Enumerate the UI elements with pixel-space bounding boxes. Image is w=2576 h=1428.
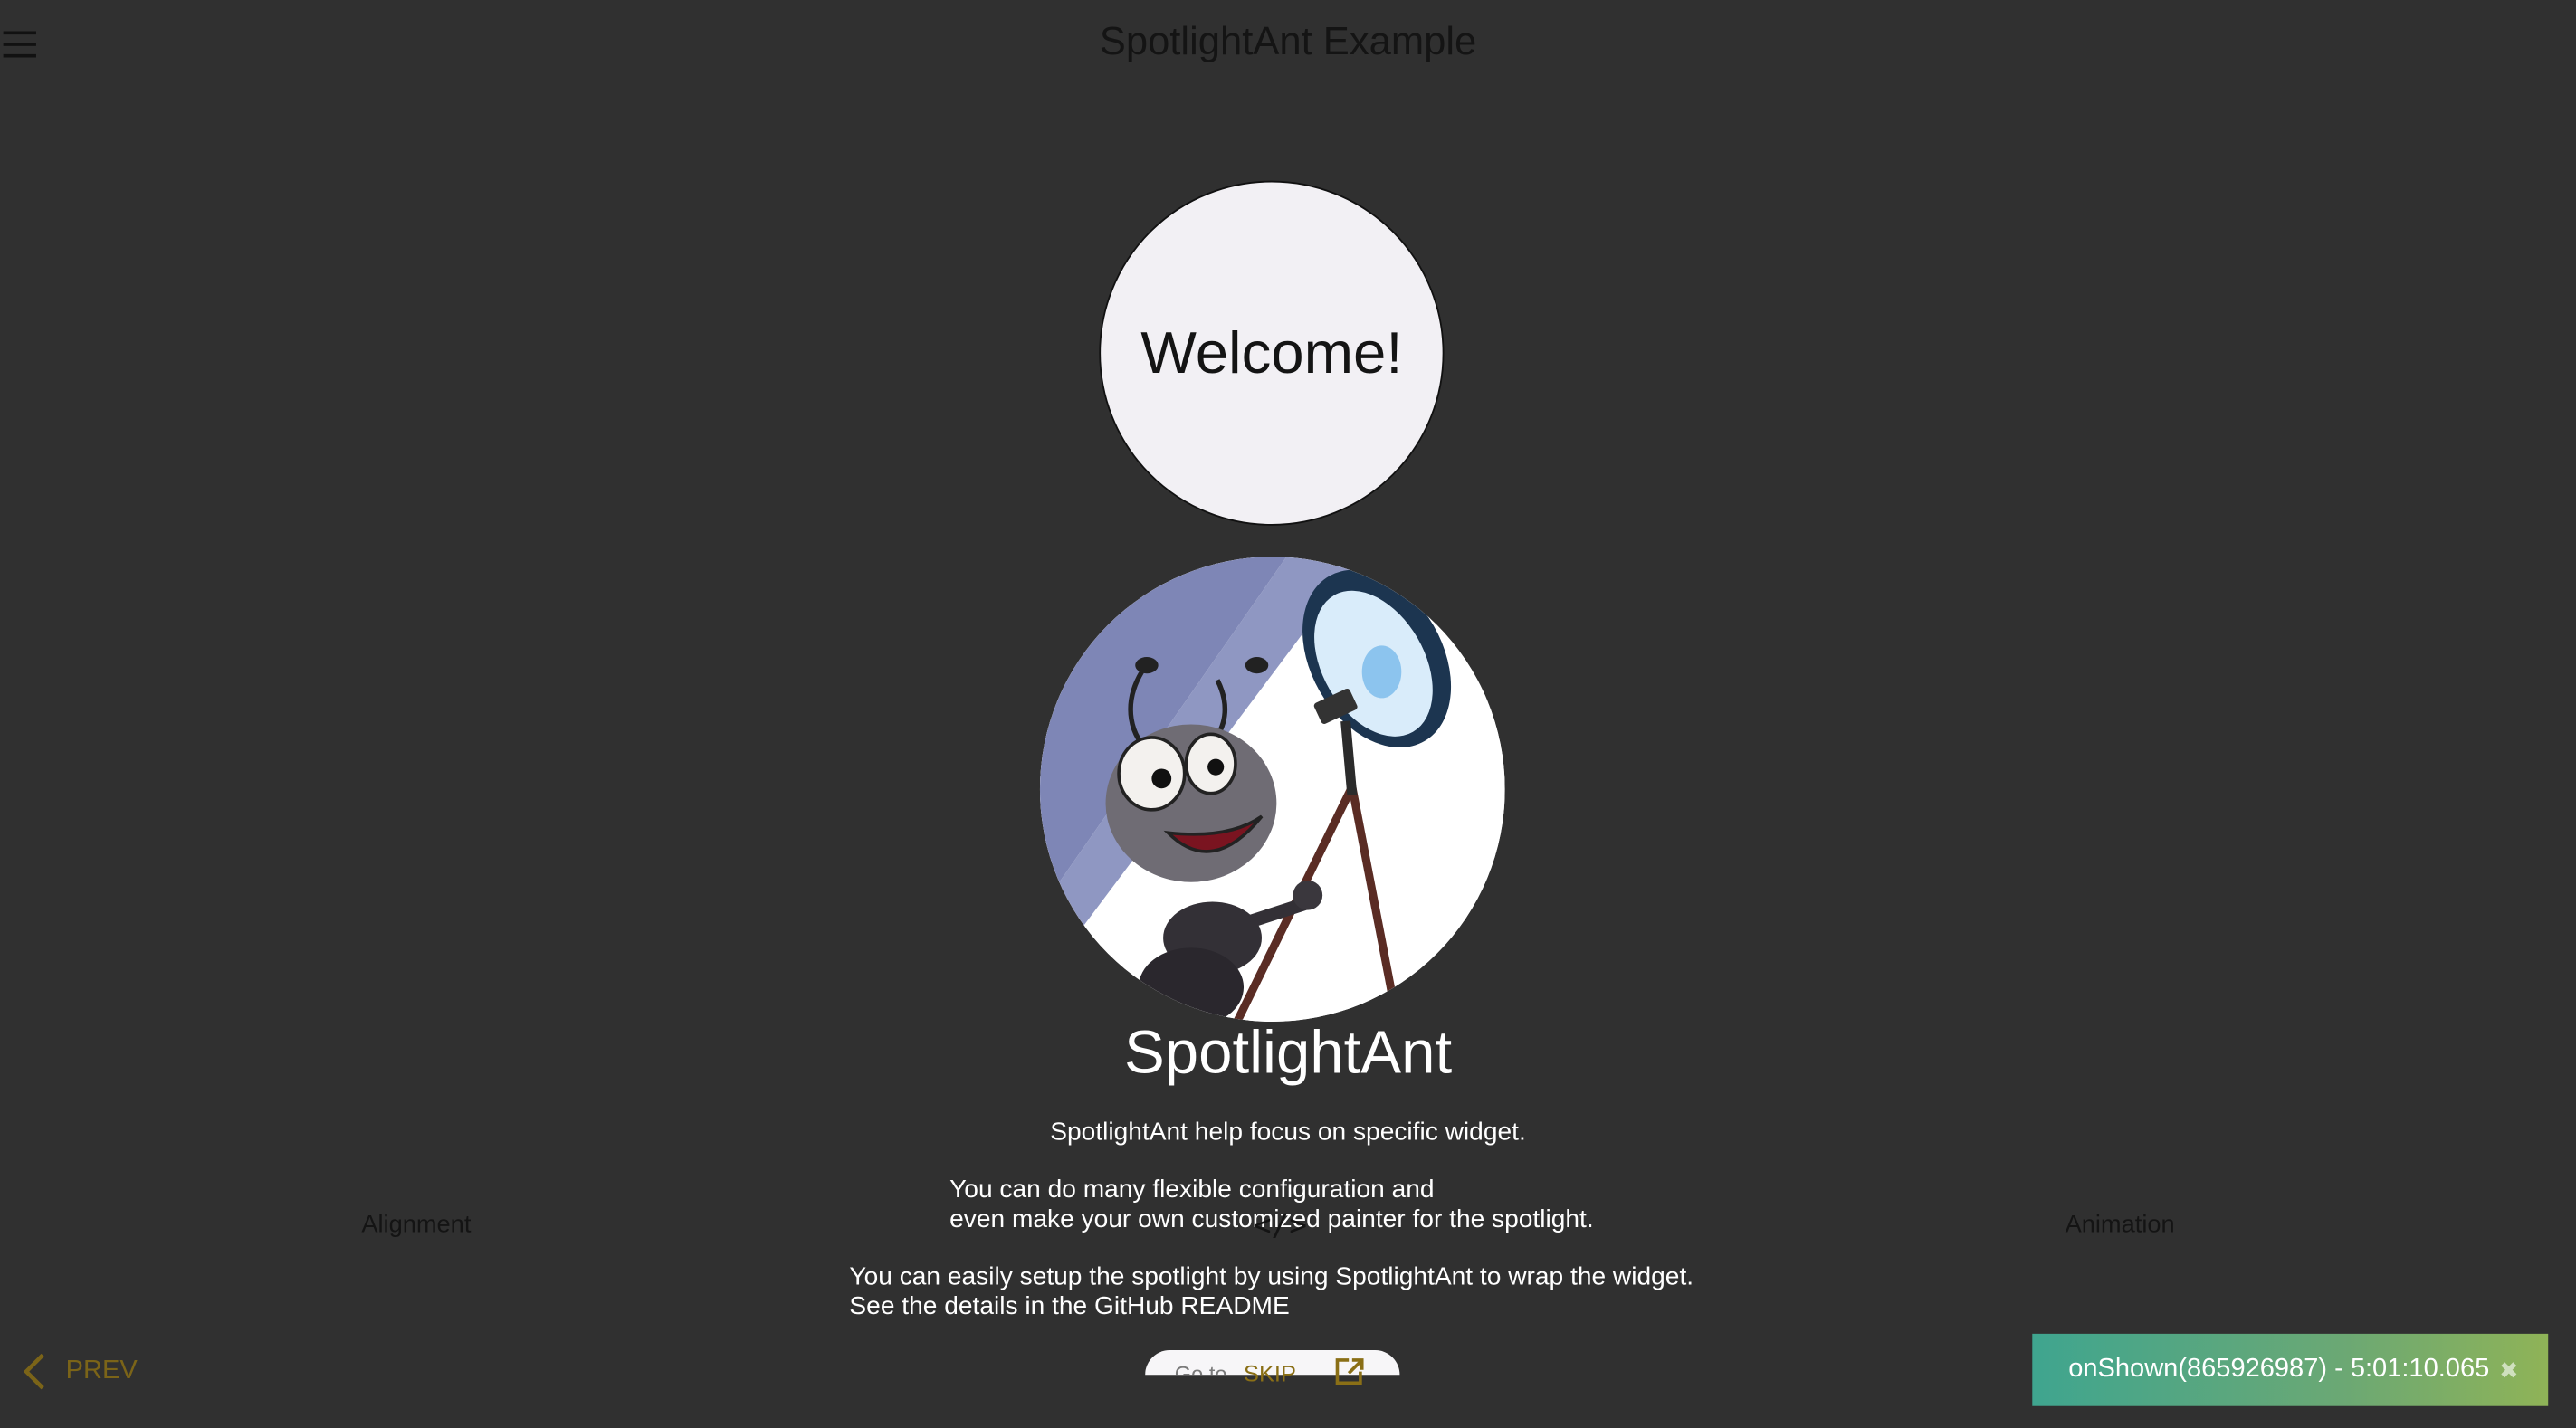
welcome-label: Welcome! <box>1140 319 1403 386</box>
close-icon[interactable]: ✖ <box>2499 1356 2518 1384</box>
toast-message: onShown(865926987) - 5:01:10.065 <box>2068 1355 2490 1384</box>
intro-line-2: You can do many flexible configuration a… <box>949 1176 1435 1204</box>
intro-line-4: You can easily setup the spotlight by us… <box>849 1262 1694 1291</box>
welcome-spotlight-circle[interactable]: Welcome! <box>1099 180 1445 526</box>
spotlightant-logo <box>1039 557 1505 1022</box>
page-title: SpotlightAnt Example <box>1099 19 1477 64</box>
intro-line-1: SpotlightAnt help focus on specific widg… <box>1050 1119 1526 1147</box>
code-icon[interactable]: </> <box>1254 1209 1307 1243</box>
alignment-button[interactable]: Alignment <box>339 1201 494 1250</box>
prev-button[interactable]: PREV <box>20 1350 138 1393</box>
chevron-left-icon <box>23 1353 44 1390</box>
intro-line-5: See the details in the GitHub README <box>849 1292 1290 1321</box>
prev-label: PREV <box>65 1357 138 1385</box>
readme-button-label: Go to <box>1174 1361 1227 1376</box>
open-in-new-icon[interactable] <box>1334 1357 1367 1386</box>
toast-notification: onShown(865926987) - 5:01:10.065 ✖ <box>2032 1333 2549 1406</box>
animation-button[interactable]: Animation <box>2042 1201 2198 1250</box>
intro-title: SpotlightAnt <box>1123 1018 1453 1086</box>
ant-spotlight-illustration <box>1039 557 1505 1022</box>
skip-button[interactable]: SKIP <box>1244 1360 1296 1386</box>
